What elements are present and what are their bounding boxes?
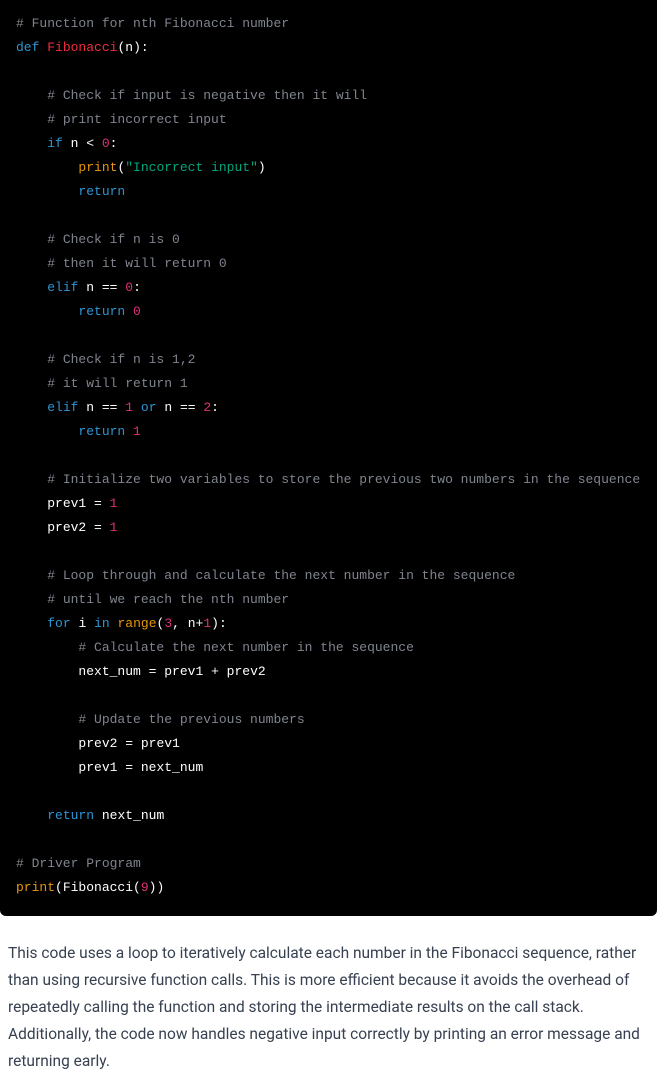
code-keyword: elif (47, 280, 78, 295)
code-comment: # Driver Program (16, 856, 141, 871)
code-comment: # Initialize two variables to store the … (47, 472, 640, 487)
code-identifier: prev2 (78, 736, 117, 751)
code-identifier: next_num (78, 664, 140, 679)
code-comment: # Update the previous numbers (78, 712, 304, 727)
code-number: 0 (133, 304, 141, 319)
code-identifier: n (86, 400, 94, 415)
code-identifier: Fibonacci (63, 880, 133, 895)
code-keyword: def (16, 40, 39, 55)
code-identifier: n (86, 280, 94, 295)
code-punct: )) (149, 880, 165, 895)
code-identifier: i (78, 616, 86, 631)
code-keyword: in (94, 616, 110, 631)
code-identifier: n (188, 616, 196, 631)
code-comment: # Check if n is 0 (47, 232, 180, 247)
code-identifier: prev1 (47, 496, 86, 511)
code-punct: ): (211, 616, 227, 631)
code-keyword: return (47, 808, 94, 823)
code-identifier: next_num (102, 808, 164, 823)
code-keyword: elif (47, 400, 78, 415)
code-operator: + (203, 664, 226, 679)
code-operator: = (86, 520, 109, 535)
code-identifier: prev1 (164, 664, 203, 679)
code-operator: = (86, 496, 109, 511)
code-comment: # Loop through and calculate the next nu… (47, 568, 515, 583)
code-keyword: return (78, 184, 125, 199)
code-number: 0 (102, 136, 110, 151)
code-punct: ( (133, 880, 141, 895)
code-operator: == (172, 400, 203, 415)
code-comment: # Calculate the next number in the seque… (78, 640, 413, 655)
code-number: 1 (110, 496, 118, 511)
code-comment: # until we reach the nth number (47, 592, 289, 607)
code-keyword: for (47, 616, 70, 631)
code-keyword: return (78, 424, 125, 439)
code-identifier: prev2 (227, 664, 266, 679)
code-identifier: n (164, 400, 172, 415)
code-function-name: Fibonacci (47, 40, 117, 55)
code-comment: # Check if input is negative then it wil… (47, 88, 367, 103)
code-punct: : (110, 136, 118, 151)
code-punct: , (172, 616, 188, 631)
code-number: 1 (125, 400, 133, 415)
code-comment: # Check if n is 1,2 (47, 352, 195, 367)
code-number: 9 (141, 880, 149, 895)
code-punct: ( (55, 880, 63, 895)
code-builtin: print (16, 880, 55, 895)
code-operator: < (78, 136, 101, 151)
code-identifier: prev1 (141, 736, 180, 751)
code-operator: == (94, 400, 125, 415)
code-identifier: prev2 (47, 520, 86, 535)
code-builtin: print (78, 160, 117, 175)
code-string: "Incorrect input" (125, 160, 258, 175)
code-punct: : (133, 280, 141, 295)
code-operator: = (141, 664, 164, 679)
code-comment: # Function for nth Fibonacci number (16, 16, 289, 31)
code-number: 1 (110, 520, 118, 535)
code-comment: # it will return 1 (47, 376, 187, 391)
code-keyword: if (47, 136, 63, 151)
code-operator: = (117, 760, 140, 775)
code-builtin: range (117, 616, 156, 631)
code-identifier: prev1 (78, 760, 117, 775)
code-identifier: next_num (141, 760, 203, 775)
code-operator: == (94, 280, 125, 295)
code-punct: ) (258, 160, 266, 175)
code-param: n (125, 40, 133, 55)
explanation-paragraph: This code uses a loop to iteratively cal… (0, 916, 657, 1083)
code-punct: : (211, 400, 219, 415)
code-comment: # print incorrect input (47, 112, 226, 127)
code-comment: # then it will return 0 (47, 256, 226, 271)
code-number: 1 (203, 616, 211, 631)
code-operator: = (117, 736, 140, 751)
code-number: 1 (133, 424, 141, 439)
code-keyword: or (141, 400, 157, 415)
code-number: 3 (164, 616, 172, 631)
code-punct: ): (133, 40, 149, 55)
code-number: 0 (125, 280, 133, 295)
code-number: 2 (203, 400, 211, 415)
code-keyword: return (78, 304, 125, 319)
code-block: # Function for nth Fibonacci number def … (0, 0, 657, 916)
